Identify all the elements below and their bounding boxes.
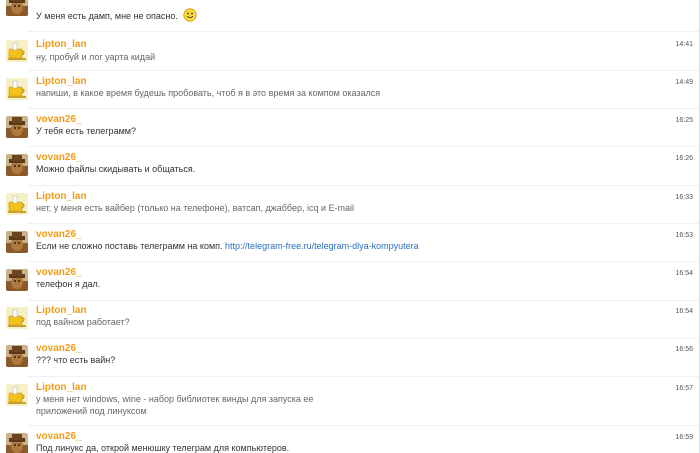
message-text: У тебя есть телеграмм?: [36, 126, 136, 136]
message-text: напиши, в какое время будешь пробовать, …: [36, 88, 381, 98]
message-text: ну, пробуй и лог уарта кидай: [36, 52, 156, 62]
chat-message: Lipton_lan 14:41 ну, пробуй и лог уарта …: [0, 38, 699, 73]
chat-message: Lipton_lan 16:57 у меня нет windows, win…: [0, 382, 699, 427]
avatar-vovan26[interactable]: [6, 231, 28, 253]
avatar-vovan26[interactable]: [6, 433, 28, 453]
message-time: 16:54: [675, 270, 693, 277]
chat-message: vovan26_ 16:59 Под линукс да, открой мен…: [0, 431, 699, 453]
telegram-download-link[interactable]: http://telegram-free.ru/telegram-dlya-ko…: [225, 241, 419, 251]
chat-message: vovan26_ 16:53 Если не сложно поставь те…: [0, 229, 699, 264]
message-time: 16:25: [675, 117, 693, 124]
message-text: нет, у меня есть вайбер (только на телеф…: [36, 203, 355, 213]
chat-message: Lipton_lan 16:54 под вайном работает?: [0, 305, 699, 340]
chat-message: Lipton_lan 14:49 напиши, в какое время б…: [0, 76, 699, 111]
chat-message: vovan26_ 16:25 У тебя есть телеграмм?: [0, 114, 699, 149]
message-text: у меня нет windows, wine - набор библиот…: [36, 394, 314, 416]
avatar-lipton-lan[interactable]: [6, 307, 28, 329]
avatar-lipton-lan[interactable]: [6, 384, 28, 406]
avatar-lipton-lan[interactable]: [6, 78, 28, 100]
message-text: Если не сложно поставь телеграмм на комп…: [36, 241, 419, 251]
chat-message: Lipton_lan 16:33 нет, у меня есть вайбер…: [0, 191, 699, 226]
avatar-vovan26[interactable]: [6, 0, 28, 16]
message-time: 16:33: [675, 194, 693, 201]
avatar-vovan26[interactable]: [6, 154, 28, 176]
message-text: У меня есть дамп, мне не опасно.: [36, 8, 198, 25]
message-time: 16:53: [675, 232, 693, 239]
avatar-vovan26[interactable]: [6, 345, 28, 367]
message-time: 16:26: [675, 155, 693, 162]
message-text: Под линукс да, открой менюшку телеграм д…: [36, 443, 290, 453]
message-text: ??? что есть вайн?: [36, 355, 116, 365]
smiley-icon: [183, 8, 198, 25]
avatar-lipton-lan[interactable]: [6, 40, 28, 62]
chat-message: vovan26_ 16:56 ??? что есть вайн?: [0, 343, 699, 378]
message-time: 16:59: [675, 434, 693, 441]
message-time: 16:57: [675, 385, 693, 392]
message-text: под вайном работает?: [36, 317, 130, 327]
chat-message: У меня есть дамп, мне не опасно.: [0, 0, 699, 30]
message-time: 16:56: [675, 346, 693, 353]
chat-message: vovan26_ 16:54 телефон я дал.: [0, 267, 699, 302]
message-author[interactable]: Lipton_lan: [36, 39, 87, 51]
message-time: 16:54: [675, 308, 693, 315]
chat-message: vovan26_ 16:26 Можно файлы скидывать и о…: [0, 152, 699, 187]
message-time: 14:41: [675, 41, 693, 48]
message-text: Можно файлы скидывать и общаться.: [36, 164, 196, 174]
avatar-lipton-lan[interactable]: [6, 193, 28, 215]
message-text: телефон я дал.: [36, 279, 101, 289]
avatar-vovan26[interactable]: [6, 269, 28, 291]
message-time: 14:49: [675, 79, 693, 86]
avatar-vovan26[interactable]: [6, 116, 28, 138]
chat-log: У меня есть дамп, мне не опасно. Lipton_…: [0, 0, 700, 453]
